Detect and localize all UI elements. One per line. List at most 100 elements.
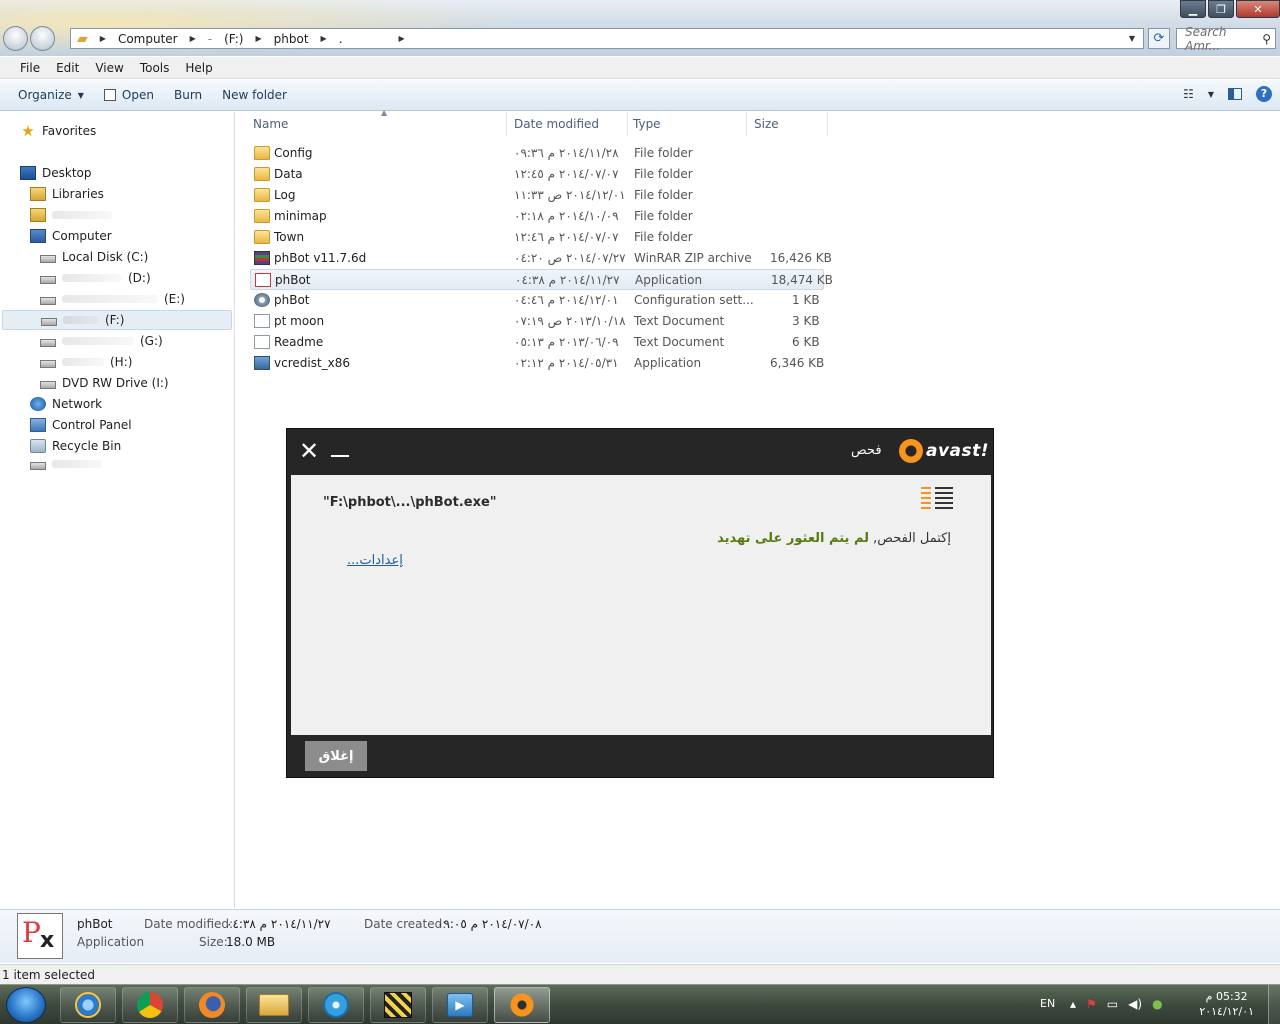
close-icon[interactable]: ✕	[299, 439, 319, 463]
taskbar-media-player[interactable]: ▶	[432, 987, 488, 1023]
close-button[interactable]: ✕	[1236, 0, 1280, 18]
menu-tools[interactable]: Tools	[132, 61, 178, 75]
file-row-phbot-archive[interactable]: phBot v11.7.6d ٢٠١٤/٠٧/٢٧ ص ٠٤:٢٠ WinRAR…	[250, 248, 832, 269]
show-desktop-button[interactable]	[1268, 985, 1280, 1024]
nav-network[interactable]: Network	[30, 394, 102, 414]
scan-report-icon[interactable]	[921, 487, 953, 515]
search-input[interactable]: Search Amr... ⚲	[1176, 25, 1276, 53]
menu-file[interactable]: File	[12, 61, 48, 75]
file-name: Readme	[274, 335, 324, 349]
file-row-phbot-app[interactable]: phBot ٢٠١٤/١١/٢٧ م ٠٤:٣٨ Application 18,…	[250, 269, 833, 290]
show-hidden-icons-icon[interactable]: ▴	[1070, 997, 1076, 1011]
taskbar-video-editor[interactable]	[370, 987, 426, 1023]
file-row-readme[interactable]: Readme ٢٠١٣/٠٦/٠٩ م ٠٥:١٣ Text Document …	[250, 332, 824, 353]
file-row-data[interactable]: Data ٢٠١٤/٠٧/٠٧ م ١٢:٤٥ File folder	[250, 164, 824, 185]
help-icon[interactable]: ?	[1256, 86, 1272, 102]
nav-drive-e[interactable]: (E:)	[40, 289, 185, 309]
nav-desktop[interactable]: Desktop	[20, 163, 92, 183]
breadcrumb-drive-label[interactable]: -	[202, 32, 218, 46]
scanned-file-path: "F:\phbot\...\phBot.exe"	[323, 495, 497, 510]
taskbar: ▶ EN ▴ ⚑ ▭ ◀) ● 05:32 م ٢٠١٤/١٢/٠١	[0, 984, 1280, 1024]
volume-icon[interactable]: ◀)	[1128, 997, 1142, 1011]
view-options-icon[interactable]: ☷	[1183, 87, 1194, 101]
nav-computer[interactable]: Computer	[30, 226, 112, 246]
taskbar-internet-explorer[interactable]	[60, 987, 116, 1023]
nav-dvd-drive[interactable]: DVD RW Drive (I:)	[40, 373, 169, 393]
column-header-type[interactable]: Type	[625, 112, 747, 136]
nav-partial-item[interactable]	[30, 458, 102, 470]
nav-drive-g-label: (G:)	[140, 334, 163, 348]
clock[interactable]: 05:32 م ٢٠١٤/١٢/٠١	[1199, 989, 1254, 1019]
file-date: ٢٠١٤/٠٧/٠٧ م ١٢:٤٥	[514, 167, 619, 181]
internet-explorer-icon	[75, 992, 101, 1018]
burn-button[interactable]: Burn	[164, 88, 212, 102]
menu-edit[interactable]: Edit	[48, 61, 87, 75]
nav-local-disk-c[interactable]: Local Disk (C:)	[40, 247, 148, 267]
preview-pane-icon[interactable]	[1228, 88, 1242, 100]
settings-link[interactable]: إعدادات...	[347, 553, 403, 568]
back-button[interactable]	[3, 26, 28, 51]
file-row-pt-moon[interactable]: pt moon ٢٠١٣/١٠/١٨ ص ٠٧:١٩ Text Document…	[250, 311, 824, 332]
file-row-minimap[interactable]: minimap ٢٠١٤/١٠/٠٩ م ٠٢:١٨ File folder	[250, 206, 824, 227]
taskbar-firefox[interactable]	[184, 987, 240, 1023]
open-button[interactable]: Open	[94, 88, 164, 102]
forward-button[interactable]	[30, 26, 55, 51]
nav-favorites[interactable]: ★ Favorites	[20, 121, 96, 141]
refresh-icon[interactable]: ⟳	[1148, 28, 1170, 49]
chevron-right-icon[interactable]: ▶	[393, 34, 411, 43]
file-row-log[interactable]: Log ٢٠١٤/١٢/٠١ ص ١١:٣٣ File folder	[250, 185, 824, 206]
address-dropdown-icon[interactable]: ▼	[1123, 34, 1141, 43]
nav-drive-g[interactable]: (G:)	[40, 331, 163, 351]
taskbar-avast[interactable]	[494, 987, 550, 1023]
tray-icons: ▴ ⚑ ▭ ◀) ●	[1070, 997, 1163, 1011]
redacted-text	[62, 337, 134, 345]
chevron-right-icon[interactable]: ▶	[315, 34, 333, 43]
new-folder-button[interactable]: New folder	[212, 88, 297, 102]
minimize-button[interactable]: ▁	[1180, 0, 1206, 18]
minimize-icon[interactable]	[331, 455, 349, 457]
file-date: ٢٠١٤/١٢/٠١ ص ١١:٣٣	[514, 188, 626, 202]
menu-help[interactable]: Help	[177, 61, 220, 75]
file-name: phBot	[274, 293, 310, 307]
action-center-flag-icon[interactable]: ⚑	[1086, 997, 1097, 1011]
menu-view[interactable]: View	[87, 61, 131, 75]
file-row-config[interactable]: Config ٢٠١٤/١١/٢٨ م ٠٩:٣٦ File folder	[250, 143, 824, 164]
chevron-right-icon[interactable]: ▶	[94, 34, 112, 43]
nav-control-panel[interactable]: Control Panel	[30, 415, 132, 435]
nav-drive-h[interactable]: (H:)	[40, 352, 132, 372]
chevron-right-icon[interactable]: ▶	[184, 34, 202, 43]
nav-drive-f-label: (F:)	[105, 313, 125, 327]
taskbar-media-center[interactable]	[308, 987, 364, 1023]
language-indicator[interactable]: EN	[1040, 997, 1055, 1010]
file-row-phbot-config[interactable]: phBot ٢٠١٤/١٢/٠١ م ٠٤:٤٦ Configuration s…	[250, 290, 824, 311]
column-header-name[interactable]: Name ▲	[245, 108, 507, 136]
file-type: Application	[635, 273, 703, 287]
nav-recycle-bin[interactable]: Recycle Bin	[30, 436, 121, 456]
organize-button[interactable]: Organize ▼	[8, 88, 94, 102]
maximize-button[interactable]: ❐	[1208, 0, 1234, 18]
taskbar-chrome[interactable]	[122, 987, 178, 1023]
nav-libraries[interactable]: Libraries	[30, 184, 104, 204]
address-bar[interactable]: ▰ ▶ Computer ▶ - (F:) ▶ phbot ▶ . ▶ ▼	[70, 28, 1144, 49]
nav-drive-f[interactable]: (F:)	[2, 310, 232, 330]
file-row-town[interactable]: Town ٢٠١٤/٠٧/٠٧ م ١٢:٤٦ File folder	[250, 227, 824, 248]
nav-user-folder[interactable]	[30, 205, 112, 225]
nav-drive-d[interactable]: (D:)	[40, 268, 151, 288]
taskbar-explorer[interactable]	[246, 987, 302, 1023]
network-tray-icon[interactable]: ▭	[1107, 997, 1118, 1011]
recycle-bin-icon	[30, 439, 46, 453]
play-icon: ▶	[447, 993, 473, 1017]
column-header-date[interactable]: Date modified	[506, 112, 628, 136]
breadcrumb-computer[interactable]: Computer	[112, 32, 184, 46]
avast-tray-icon[interactable]: ●	[1152, 997, 1162, 1011]
start-button[interactable]	[6, 987, 46, 1023]
file-row-vcredist[interactable]: vcredist_x86 ٢٠١٤/٠٥/٣١ م ٠٢:١٢ Applicat…	[250, 353, 824, 374]
avast-close-button[interactable]: إغلاق	[305, 741, 367, 771]
breadcrumb-phbot[interactable]: phbot	[268, 32, 315, 46]
column-header-size[interactable]: Size	[746, 112, 828, 136]
breadcrumb-subfolder[interactable]: .	[333, 32, 349, 46]
view-chevron-down-icon[interactable]: ▼	[1208, 90, 1214, 99]
chevron-right-icon[interactable]: ▶	[249, 34, 267, 43]
search-icon[interactable]: ⚲	[1262, 32, 1271, 46]
breadcrumb-drive[interactable]: (F:)	[218, 32, 249, 46]
